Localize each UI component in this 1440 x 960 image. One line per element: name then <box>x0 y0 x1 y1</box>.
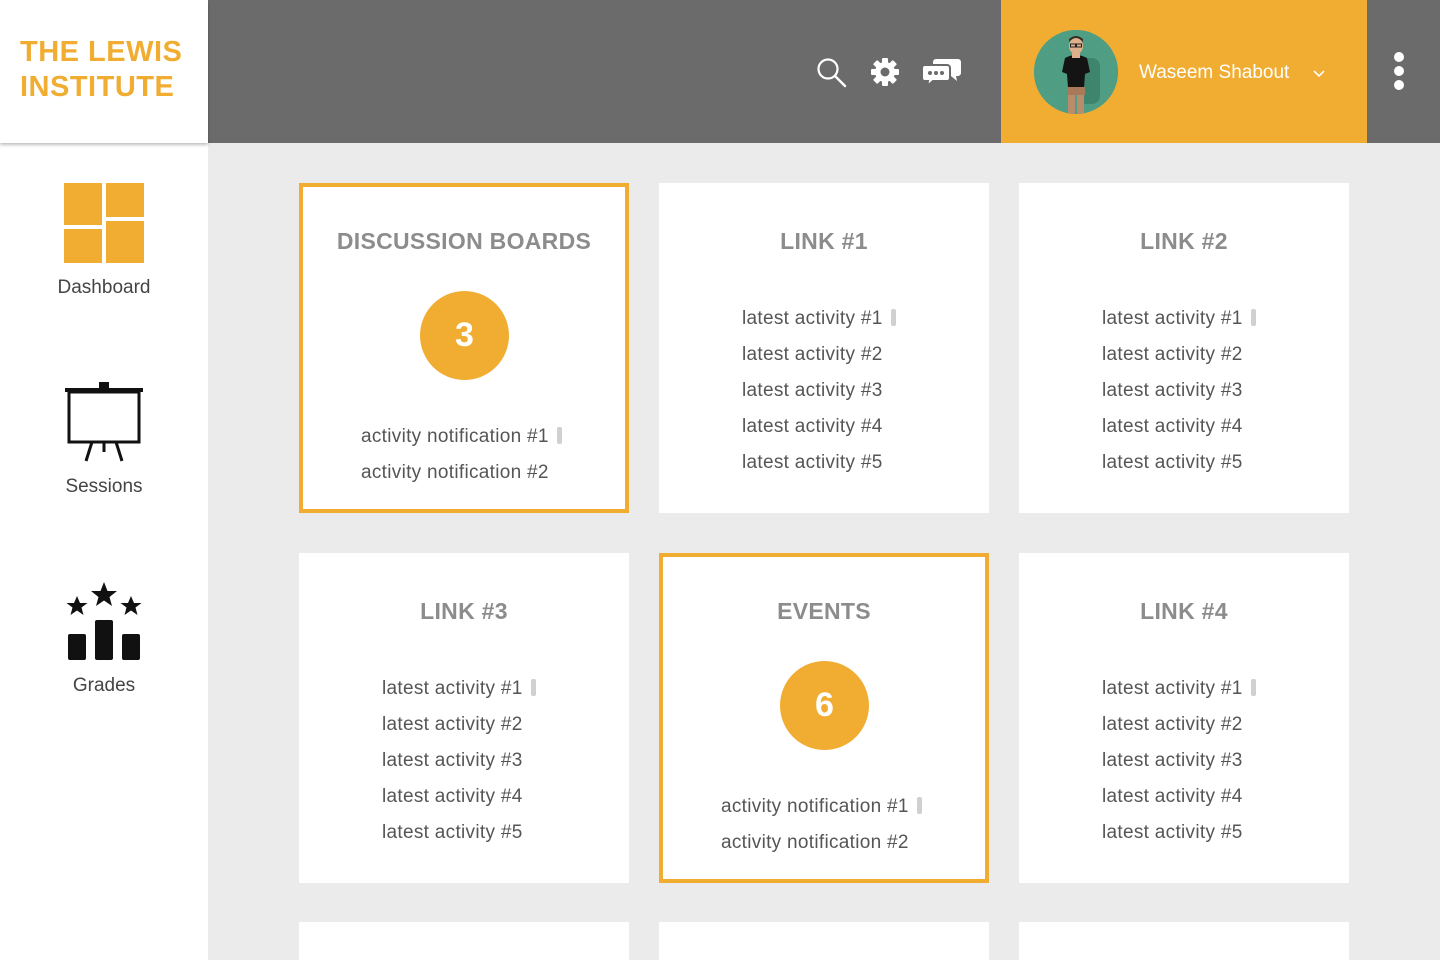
card-discussion-boards[interactable]: DISCUSSION BOARDS 3 activity notificatio… <box>299 183 629 513</box>
sidebar: Dashboard Sessions Grades <box>0 143 208 960</box>
gear-icon[interactable] <box>870 57 900 92</box>
list-item[interactable]: latest activity #4 <box>382 779 536 815</box>
activity-list: latest activity #1 latest activity #2 la… <box>1102 301 1256 481</box>
chat-icon[interactable] <box>921 57 962 92</box>
card-partial[interactable] <box>299 922 629 960</box>
chevron-down-icon[interactable] <box>1313 66 1325 84</box>
institute-logo: THE LEWIS INSTITUTE <box>20 36 183 103</box>
scroll-indicator <box>1250 679 1256 696</box>
list-item[interactable]: latest activity #3 <box>1102 743 1256 779</box>
list-item[interactable]: latest activity #4 <box>1102 779 1256 815</box>
sidebar-item-dashboard[interactable]: Dashboard <box>0 178 208 328</box>
activity-list: latest activity #1 latest activity #2 la… <box>1102 671 1256 851</box>
card-link-3[interactable]: LINK #3 latest activity #1 latest activi… <box>299 553 629 883</box>
list-item[interactable]: latest activity #4 <box>742 409 896 445</box>
activity-list: latest activity #1 latest activity #2 la… <box>742 301 896 481</box>
card-title[interactable]: LINK #3 <box>299 597 629 625</box>
card-partial[interactable] <box>659 922 989 960</box>
list-item[interactable]: latest activity #1 <box>1102 301 1256 337</box>
card-title[interactable]: LINK #1 <box>659 227 989 255</box>
list-item[interactable]: activity notification #1 <box>361 419 562 455</box>
list-item[interactable]: latest activity #1 <box>1102 671 1256 707</box>
list-item[interactable]: latest activity #5 <box>742 445 896 481</box>
list-item[interactable]: latest activity #1 <box>742 301 896 337</box>
count-badge: 3 <box>420 291 509 380</box>
card-link-4[interactable]: LINK #4 latest activity #1 latest activi… <box>1019 553 1349 883</box>
scroll-indicator <box>556 427 562 444</box>
list-item[interactable]: latest activity #1 <box>382 671 536 707</box>
notification-list: activity notification #1 activity notifi… <box>721 789 922 861</box>
list-item[interactable]: latest activity #5 <box>382 815 536 851</box>
grades-podium-icon <box>64 582 144 667</box>
user-name[interactable]: Waseem Shabout <box>1139 61 1289 85</box>
presentation-easel-icon <box>64 382 144 467</box>
card-title[interactable]: EVENTS <box>663 597 985 625</box>
avatar[interactable] <box>1034 30 1118 114</box>
scroll-indicator <box>916 797 922 814</box>
list-item[interactable]: activity notification #1 <box>721 789 922 825</box>
sidebar-item-grades[interactable]: Grades <box>0 578 208 728</box>
card-title[interactable]: LINK #2 <box>1019 227 1349 255</box>
list-item[interactable]: latest activity #3 <box>382 743 536 779</box>
count-badge: 6 <box>780 661 869 750</box>
list-item[interactable]: latest activity #2 <box>1102 337 1256 373</box>
logo-panel[interactable]: THE LEWIS INSTITUTE <box>0 0 208 143</box>
card-link-2[interactable]: LINK #2 latest activity #1 latest activi… <box>1019 183 1349 513</box>
sidebar-item-label: Grades <box>72 675 136 696</box>
list-item[interactable]: latest activity #5 <box>1102 815 1256 851</box>
list-item[interactable]: latest activity #2 <box>1102 707 1256 743</box>
scroll-indicator <box>890 309 896 326</box>
sidebar-item-label: Dashboard <box>57 277 151 298</box>
list-item[interactable]: latest activity #3 <box>742 373 896 409</box>
dashboard-grid-icon <box>64 183 144 268</box>
scroll-indicator <box>530 679 536 696</box>
list-item[interactable]: latest activity #3 <box>1102 373 1256 409</box>
card-link-1[interactable]: LINK #1 latest activity #1 latest activi… <box>659 183 989 513</box>
list-item[interactable]: latest activity #5 <box>1102 445 1256 481</box>
card-title[interactable]: DISCUSSION BOARDS <box>303 227 625 255</box>
list-item[interactable]: latest activity #2 <box>382 707 536 743</box>
list-item[interactable]: latest activity #2 <box>742 337 896 373</box>
search-icon[interactable] <box>816 57 848 94</box>
scroll-indicator <box>1250 309 1256 326</box>
card-title[interactable]: LINK #4 <box>1019 597 1349 625</box>
list-item[interactable]: latest activity #4 <box>1102 409 1256 445</box>
activity-list: latest activity #1 latest activity #2 la… <box>382 671 536 851</box>
notification-list: activity notification #1 activity notifi… <box>361 419 562 491</box>
list-item[interactable]: activity notification #2 <box>361 455 562 491</box>
kebab-menu-icon[interactable] <box>1390 52 1408 94</box>
sidebar-item-sessions[interactable]: Sessions <box>0 378 208 528</box>
card-events[interactable]: EVENTS 6 activity notification #1 activi… <box>659 553 989 883</box>
list-item[interactable]: activity notification #2 <box>721 825 922 861</box>
card-partial[interactable] <box>1019 922 1349 960</box>
sidebar-item-label: Sessions <box>65 476 143 497</box>
user-menu[interactable]: Waseem Shabout <box>1001 0 1367 143</box>
